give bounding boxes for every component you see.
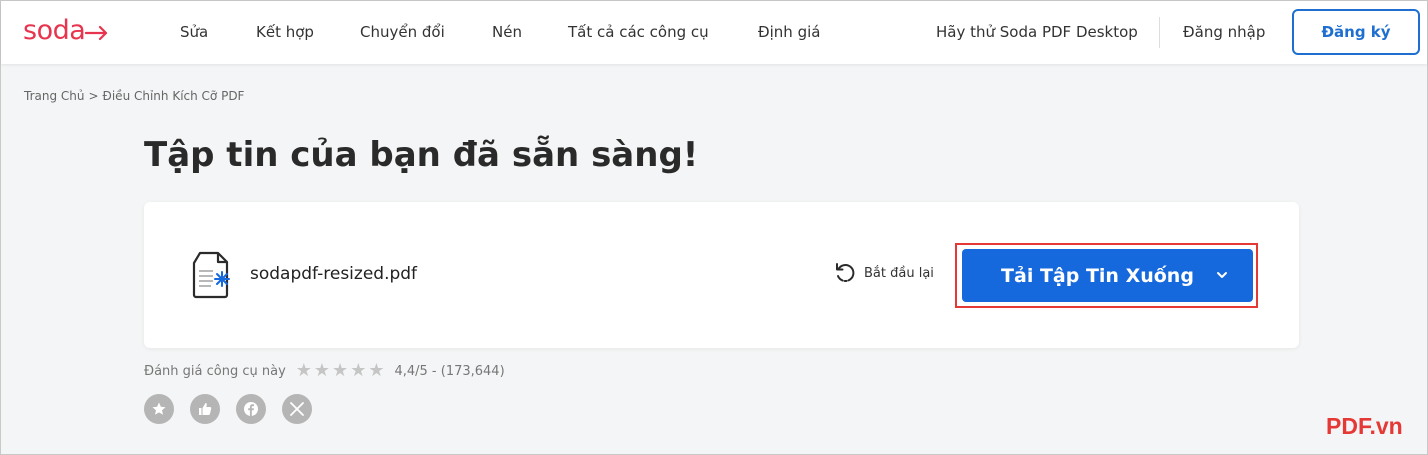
download-button[interactable]: Tải Tập Tin Xuống	[962, 249, 1253, 302]
thumbs-up-icon[interactable]	[190, 394, 220, 424]
soda-logo[interactable]: soda	[23, 15, 109, 46]
star-icon[interactable]: ★	[350, 362, 366, 380]
signup-button[interactable]: Đăng ký	[1292, 9, 1420, 55]
rating-stars[interactable]: ★ ★ ★ ★ ★	[296, 362, 385, 380]
facebook-icon[interactable]	[236, 394, 266, 424]
restart-button[interactable]: Bắt đầu lại	[834, 262, 934, 284]
try-desktop-link[interactable]: Hãy thử Soda PDF Desktop	[936, 23, 1138, 41]
x-icon[interactable]	[282, 394, 312, 424]
star-icon[interactable]: ★	[296, 362, 312, 380]
star-icon[interactable]	[144, 394, 174, 424]
nav-merge[interactable]: Kết hợp	[256, 23, 314, 41]
nav-pricing[interactable]: Định giá	[758, 23, 820, 41]
rating-score: 4,4/5 - (173,644)	[394, 363, 505, 379]
breadcrumb-separator: >	[88, 89, 99, 103]
login-link[interactable]: Đăng nhập	[1183, 23, 1265, 41]
rating-label: Đánh giá công cụ này	[144, 363, 286, 379]
logo-text: soda	[23, 15, 86, 46]
nav-compress[interactable]: Nén	[492, 23, 522, 41]
top-header: soda Sửa Kết hợp Chuyển đổi Nén Tất cả c…	[1, 1, 1427, 64]
chevron-down-icon[interactable]	[1215, 268, 1229, 282]
page-title: Tập tin của bạn đã sẵn sàng!	[144, 135, 699, 175]
breadcrumb-current[interactable]: Điều Chỉnh Kích Cỡ PDF	[103, 89, 245, 103]
nav-edit[interactable]: Sửa	[180, 23, 208, 41]
file-card: sodapdf-resized.pdf Bắt đầu lại Tải Tập …	[144, 202, 1299, 348]
logo-arrow-icon	[85, 25, 108, 40]
breadcrumb-home[interactable]: Trang Chủ	[24, 89, 84, 103]
breadcrumb: Trang Chủ > Điều Chỉnh Kích Cỡ PDF	[24, 89, 244, 103]
pdf-file-icon	[191, 251, 231, 303]
restart-label: Bắt đầu lại	[864, 265, 934, 281]
social-share-row	[144, 394, 312, 424]
nav-convert[interactable]: Chuyển đổi	[360, 23, 445, 41]
star-icon[interactable]: ★	[332, 362, 348, 380]
header-divider	[1159, 17, 1160, 48]
restart-icon	[836, 263, 855, 282]
file-name: sodapdf-resized.pdf	[250, 264, 418, 284]
download-label: Tải Tập Tin Xuống	[1001, 264, 1194, 287]
rating-row: Đánh giá công cụ này ★ ★ ★ ★ ★ 4,4/5 - (…	[144, 362, 505, 380]
star-icon[interactable]: ★	[368, 362, 384, 380]
star-icon[interactable]: ★	[314, 362, 330, 380]
nav-all-tools[interactable]: Tất cả các công cụ	[568, 23, 709, 41]
watermark-logo: PDF.vn	[1326, 413, 1403, 439]
